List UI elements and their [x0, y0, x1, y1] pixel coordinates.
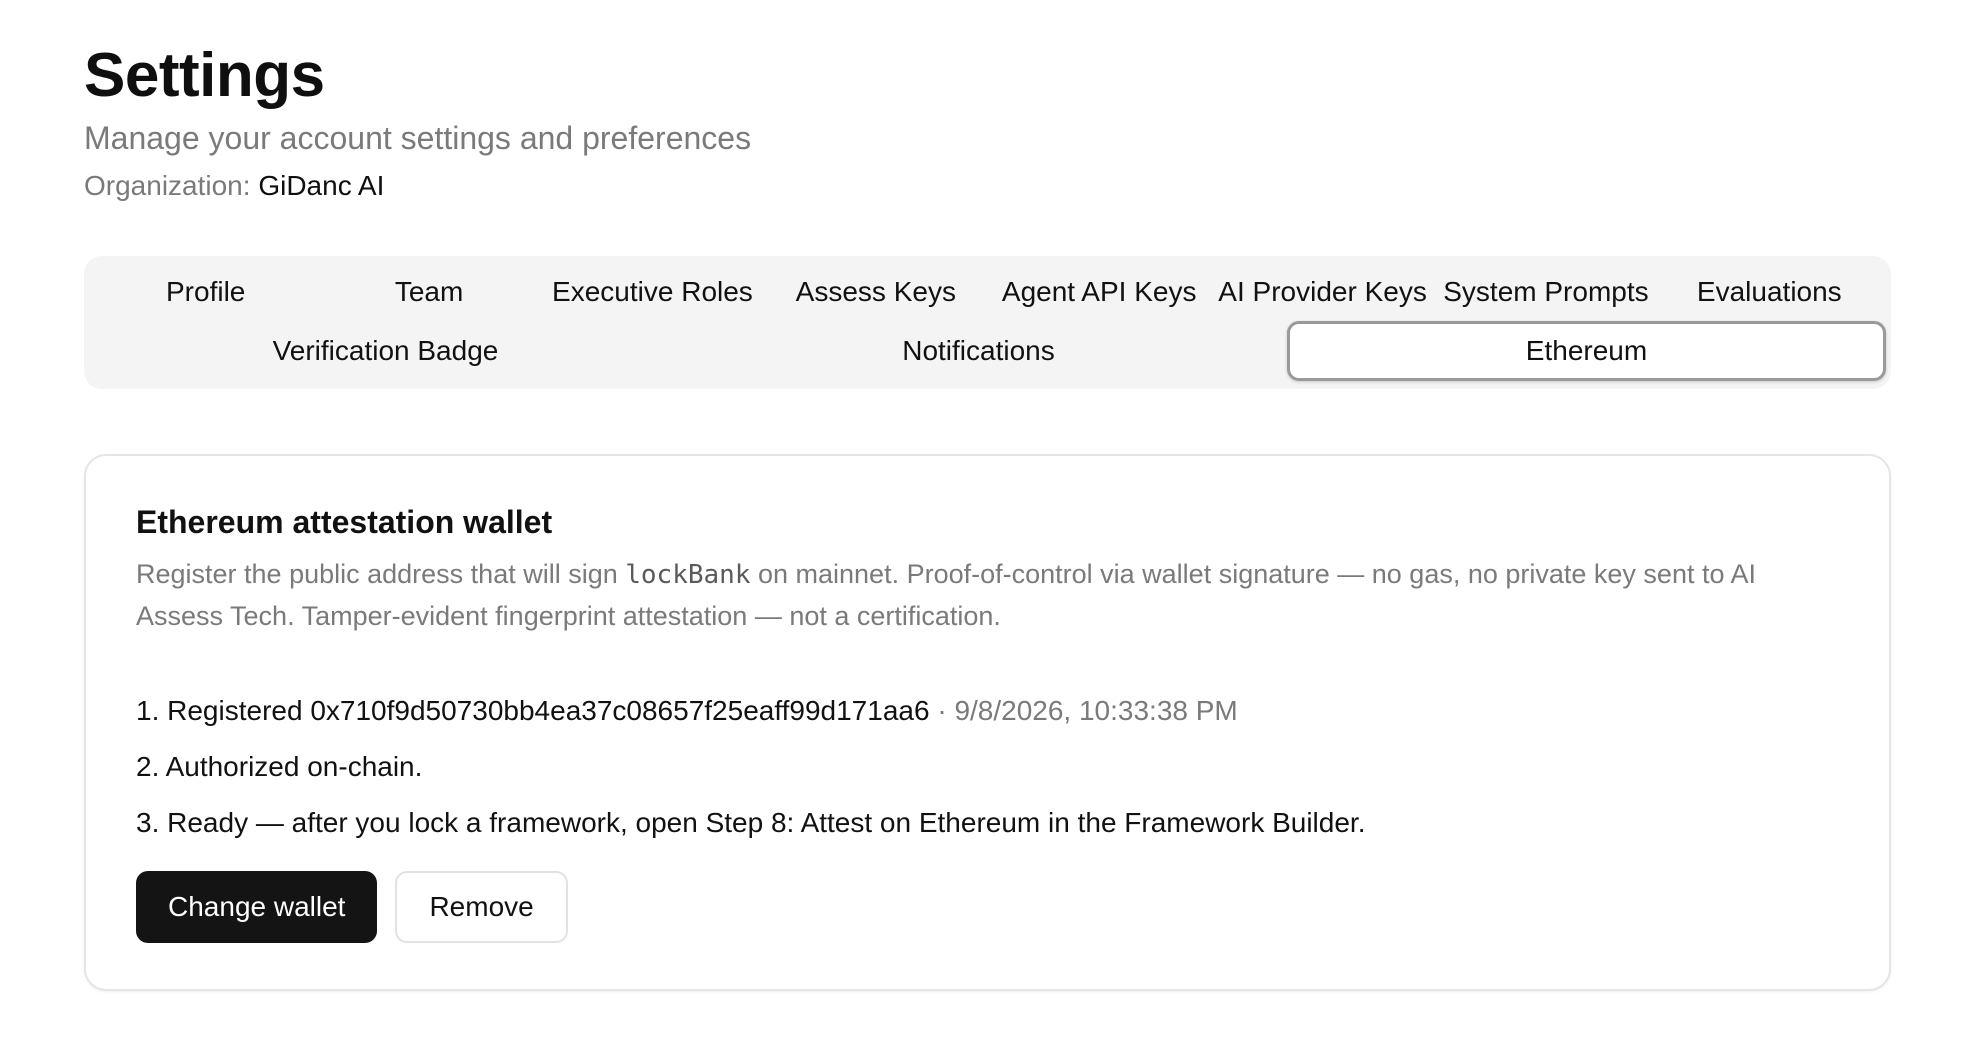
- tab-row-1: Profile Team Executive Roles Assess Keys…: [84, 266, 1891, 318]
- page-header: Settings Manage your account settings an…: [84, 38, 751, 204]
- tab-assess-keys[interactable]: Assess Keys: [764, 266, 987, 318]
- organization-name: GiDanc AI: [258, 170, 385, 201]
- registration-timestamp: 9/8/2026, 10:33:38 PM: [954, 695, 1238, 726]
- tab-profile[interactable]: Profile: [94, 266, 317, 318]
- wallet-address: 0x710f9d50730bb4ea37c08657f25eaff99d171a…: [310, 695, 930, 726]
- change-wallet-button[interactable]: Change wallet: [136, 871, 378, 943]
- card-actions: Change wallet Remove: [136, 871, 1839, 943]
- page-subtitle: Manage your account settings and prefere…: [84, 120, 752, 156]
- tab-ai-provider-keys[interactable]: AI Provider Keys: [1211, 266, 1434, 318]
- organization-line: Organization: GiDanc AI: [84, 168, 751, 204]
- remove-button[interactable]: Remove: [395, 871, 568, 943]
- step-registered-label: 1. Registered: [136, 695, 311, 726]
- tab-notifications[interactable]: Notifications: [682, 320, 1275, 382]
- settings-tabs: Profile Team Executive Roles Assess Keys…: [84, 256, 1891, 389]
- contract-name-code: lockBank: [625, 560, 751, 590]
- wallet-status-steps: 1. Registered 0x710f9d50730bb4ea37c08657…: [136, 683, 1839, 851]
- card-description: Register the public address that will si…: [136, 554, 1836, 637]
- tab-system-prompts[interactable]: System Prompts: [1434, 266, 1657, 318]
- card-title: Ethereum attestation wallet: [136, 504, 553, 540]
- page-title: Settings: [84, 41, 325, 110]
- tab-ethereum[interactable]: Ethereum: [1287, 321, 1886, 381]
- step-ready: 3. Ready — after you lock a framework, o…: [136, 807, 1366, 838]
- timestamp-separator: ·: [929, 695, 955, 726]
- settings-page: Settings Manage your account settings an…: [0, 0, 1970, 1046]
- organization-label: Organization:: [84, 170, 251, 201]
- tab-executive-roles[interactable]: Executive Roles: [541, 266, 764, 318]
- tab-row-2: Verification Badge Notifications Ethereu…: [84, 320, 1891, 382]
- card-content: Ethereum attestation wallet Register the…: [136, 502, 1839, 943]
- tab-team[interactable]: Team: [317, 266, 540, 318]
- description-text-start: Register the public address that will si…: [136, 559, 626, 589]
- tab-agent-api-keys[interactable]: Agent API Keys: [988, 266, 1211, 318]
- step-authorized: 2. Authorized on-chain.: [136, 751, 423, 782]
- ethereum-wallet-card: Ethereum attestation wallet Register the…: [84, 454, 1891, 991]
- tab-verification-badge[interactable]: Verification Badge: [89, 320, 682, 382]
- step-registered: 1. Registered 0x710f9d50730bb4ea37c08657…: [136, 683, 1839, 739]
- tab-evaluations[interactable]: Evaluations: [1658, 266, 1881, 318]
